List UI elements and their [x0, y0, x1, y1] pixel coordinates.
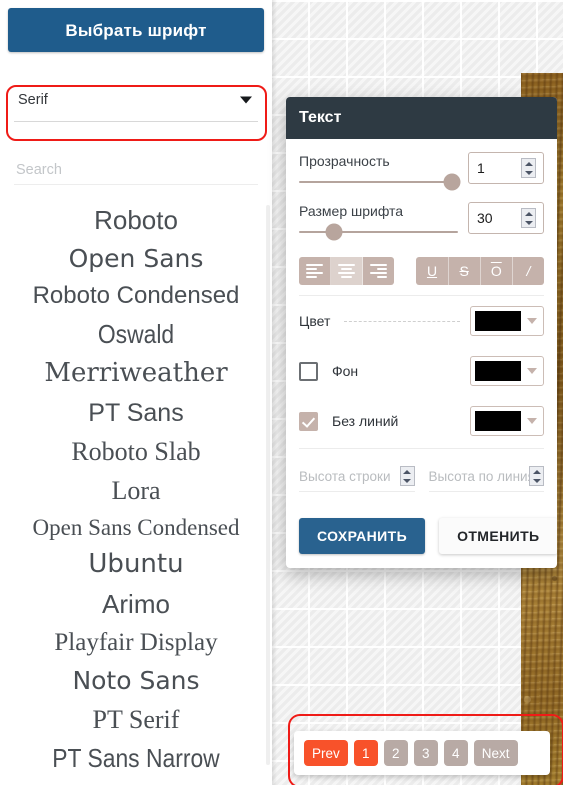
font-list-item[interactable]: Open Sans Condensed	[0, 510, 272, 545]
text-properties-dialog: Текст Прозрачность 1 Размер шрифта 30 U …	[286, 97, 557, 568]
opacity-slider-knob[interactable]	[443, 173, 461, 191]
background-color-picker[interactable]	[470, 356, 544, 386]
font-picker-panel: Выбрать шрифт Serif RobotoOpen SansRobot…	[0, 0, 272, 785]
save-button[interactable]: СОХРАНИТЬ	[299, 518, 426, 554]
line-height-input[interactable]: Высота строки	[299, 461, 415, 492]
dialog-title: Текст	[286, 97, 557, 139]
font-list-item[interactable]: Open Sans	[0, 240, 272, 278]
align-center-icon	[338, 264, 356, 278]
color-picker[interactable]	[470, 306, 544, 336]
choose-font-button[interactable]: Выбрать шрифт	[8, 8, 264, 52]
search-input[interactable]	[14, 162, 258, 184]
font-list: Roboto Open Sans Roboto Condensed Oswald Mer…	[0, 201, 272, 779]
font-category-value: Serif	[18, 91, 48, 108]
font-category-select-wrap: Serif	[14, 78, 258, 122]
chevron-down-icon	[527, 318, 537, 324]
background-checkbox[interactable]	[299, 361, 318, 381]
line-height-by-lines-placeholder: Высота по линиям	[428, 468, 545, 484]
italic-icon: /	[526, 263, 531, 279]
font-list-item[interactable]: Roboto	[0, 201, 272, 240]
chevron-down-icon	[527, 368, 537, 374]
font-search-wrap	[14, 152, 258, 185]
dashed-separator	[344, 320, 460, 322]
pagination-page-3[interactable]: 3	[413, 740, 438, 766]
font-list-item[interactable]: Playfair Display	[0, 624, 272, 662]
align-center-button[interactable]	[331, 257, 364, 285]
app-screen: Выбрать шрифт Serif RobotoOpen SansRobot…	[0, 0, 563, 785]
opacity-value: 1	[477, 160, 485, 176]
pagination-page-2[interactable]: 2	[383, 740, 408, 766]
underline-icon: U	[426, 263, 438, 279]
line-height-placeholder: Высота строки	[299, 468, 391, 484]
font-list-item[interactable]: Arimo	[0, 585, 272, 624]
font-list-item[interactable]: Lora	[0, 471, 272, 510]
line-height-stepper[interactable]	[399, 466, 415, 486]
background-color-swatch	[475, 361, 521, 381]
text-style-button-group: U S O /	[416, 257, 544, 285]
overline-button[interactable]: O	[480, 257, 513, 285]
overline-icon: O	[490, 263, 502, 279]
panel-edge-shadow	[272, 0, 277, 785]
strikethrough-icon: S	[459, 263, 469, 279]
align-left-icon	[306, 264, 324, 278]
font-list-item[interactable]: Noto Sans	[0, 662, 272, 700]
align-right-button[interactable]	[363, 257, 395, 285]
background-label: Фон	[332, 363, 359, 379]
font-list-item[interactable]: PT Sans	[0, 394, 272, 432]
font-list-item[interactable]: Roboto Condensed	[0, 278, 272, 315]
font-list-item[interactable]: PT Serif	[0, 700, 272, 739]
font-list-item[interactable]: Oswald	[16, 315, 255, 354]
opacity-label: Прозрачность	[299, 153, 390, 169]
lines-color-picker[interactable]	[470, 406, 544, 436]
dialog-actions: СОХРАНИТЬ ОТМЕНИТЬ	[299, 518, 557, 554]
color-label: Цвет	[299, 313, 331, 329]
opacity-slider[interactable]	[299, 173, 461, 191]
font-size-slider-knob[interactable]	[325, 223, 343, 241]
cancel-button[interactable]: ОТМЕНИТЬ	[439, 518, 557, 554]
pagination-page-4[interactable]: 4	[443, 740, 468, 766]
font-category-select[interactable]: Serif	[14, 78, 258, 122]
alignment-button-group	[299, 257, 395, 285]
font-size-label: Размер шрифта	[299, 203, 404, 219]
font-size-stepper[interactable]	[521, 208, 536, 228]
pagination-prev[interactable]: Prev	[304, 740, 348, 766]
background-row: Фон	[299, 346, 544, 396]
opacity-row: Прозрачность 1	[299, 149, 544, 193]
no-lines-label: Без линий	[332, 413, 399, 429]
format-toolbar: U S O /	[299, 257, 544, 285]
pagination: Prev 1 2 3 4 Next	[294, 731, 550, 775]
font-list-item[interactable]: Merriweather	[0, 354, 272, 393]
pagination-page-1[interactable]: 1	[353, 740, 378, 766]
opacity-input[interactable]: 1	[468, 152, 544, 184]
font-list-item[interactable]: PT Sans Narrow	[16, 739, 255, 778]
no-lines-row: Без линий	[299, 396, 544, 446]
font-size-row: Размер шрифта 30	[299, 199, 544, 243]
pagination-next[interactable]: Next	[473, 740, 518, 766]
chevron-down-icon	[527, 418, 537, 424]
strikethrough-button[interactable]: S	[448, 257, 481, 285]
italic-button[interactable]: /	[512, 257, 544, 285]
font-list-item[interactable]: Roboto Slab	[0, 432, 272, 471]
chevron-down-icon	[240, 96, 252, 103]
color-swatch	[475, 311, 521, 331]
font-list-scrollbar[interactable]	[266, 205, 270, 765]
font-size-value: 30	[477, 210, 493, 226]
font-size-input[interactable]: 30	[468, 202, 544, 234]
underline-button[interactable]: U	[416, 257, 449, 285]
font-size-slider[interactable]	[299, 223, 458, 241]
align-right-icon	[370, 264, 388, 278]
divider	[299, 448, 544, 449]
align-left-button[interactable]	[299, 257, 332, 285]
no-lines-checkbox[interactable]	[299, 411, 318, 431]
opacity-stepper[interactable]	[521, 158, 536, 178]
line-height-by-lines-stepper[interactable]	[529, 466, 544, 486]
line-height-row: Высота строки Высота по линиям	[299, 461, 544, 492]
color-row: Цвет	[299, 296, 544, 346]
lines-color-swatch	[475, 411, 521, 431]
font-list-item[interactable]: Ubuntu	[0, 545, 272, 584]
line-height-by-lines-input[interactable]: Высота по линиям	[428, 461, 545, 492]
